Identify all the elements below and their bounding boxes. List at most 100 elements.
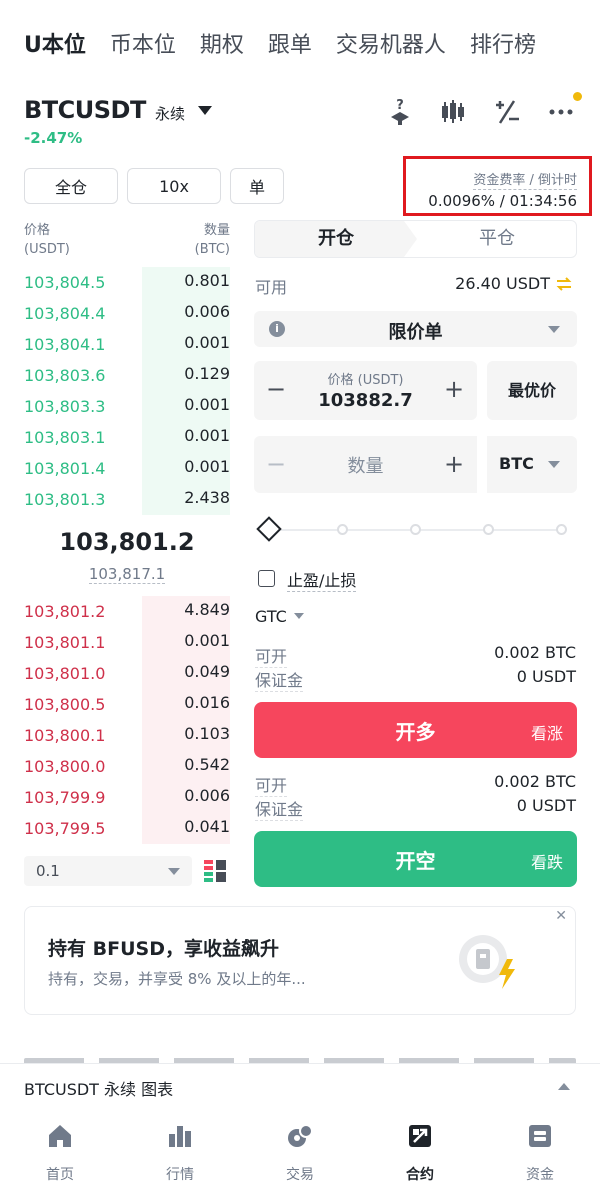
chart-drawer[interactable]: BTCUSDT 永续 图表	[0, 1063, 600, 1109]
symbol-dropdown-icon[interactable]	[198, 106, 212, 115]
open-short-button[interactable]: 开空 看跌	[254, 831, 577, 887]
qty-unit-select[interactable]: BTC	[499, 454, 534, 473]
promo-banner[interactable]: 持有 BFUSD，享收益飙升 持有，交易，并享受 8% 及以上的年... ✕	[24, 906, 576, 1015]
bid-qty: 4.849	[184, 600, 230, 619]
price-increment-button[interactable]: +	[444, 375, 464, 403]
ask-row[interactable]: 103,801.4 0.001	[24, 453, 230, 484]
chevron-down-icon	[548, 326, 560, 333]
faq-icon[interactable]: ?	[385, 97, 415, 127]
slider-step[interactable]	[556, 524, 567, 535]
book-layout-icon[interactable]	[204, 860, 226, 882]
ask-price: 103,803.6	[24, 366, 106, 385]
nav-wallet[interactable]: 资金	[500, 1122, 580, 1184]
available-label: 可用	[255, 278, 288, 297]
bid-price: 103,799.5	[24, 819, 106, 838]
leverage-button[interactable]: 10x	[127, 168, 221, 204]
bid-row[interactable]: 103,799.9 0.006	[24, 782, 230, 813]
ask-price: 103,803.1	[24, 428, 106, 447]
ask-qty: 0.801	[184, 271, 230, 290]
bid-qty: 0.006	[184, 786, 230, 805]
long-max-open-value: 0.002 BTC	[494, 643, 576, 662]
ask-row[interactable]: 103,801.3 2.438	[24, 484, 230, 515]
funding-rate-value: 0.0096% / 01:34:56	[428, 192, 577, 210]
ask-price: 103,804.1	[24, 335, 106, 354]
calculator-icon[interactable]	[492, 97, 522, 127]
tab-usdt-m[interactable]: U本位	[24, 28, 86, 64]
ask-row[interactable]: 103,804.1 0.001	[24, 329, 230, 360]
tab-close-position[interactable]: 平仓	[417, 221, 576, 257]
slider-step[interactable]	[410, 524, 421, 535]
quantity-input[interactable]: − 数量 + BTC	[254, 436, 577, 493]
ask-row[interactable]: 103,803.1 0.001	[24, 422, 230, 453]
tab-copy-trading[interactable]: 跟单	[268, 28, 312, 64]
chevron-down-icon	[294, 613, 304, 619]
short-max-open-value: 0.002 BTC	[494, 772, 576, 791]
bid-price: 103,799.9	[24, 788, 106, 807]
funding-rate-box[interactable]: 资金费率 / 倒计时 0.0096% / 01:34:56	[403, 156, 592, 216]
tab-coin-m[interactable]: 币本位	[110, 28, 176, 64]
time-in-force-select[interactable]: GTC	[255, 607, 287, 626]
home-icon	[49, 1125, 71, 1147]
promo-title: 持有 BFUSD，享收益飙升	[48, 938, 279, 960]
bid-price: 103,801.1	[24, 633, 106, 652]
tab-options[interactable]: 期权	[200, 28, 244, 64]
ask-row[interactable]: 103,804.5 0.801	[24, 267, 230, 298]
chevron-down-icon	[548, 461, 560, 468]
bid-qty: 0.542	[184, 755, 230, 774]
qty-increment-button[interactable]: +	[444, 450, 464, 478]
symbol-name[interactable]: BTCUSDT	[24, 96, 146, 124]
nav-markets[interactable]: 行情	[140, 1122, 220, 1184]
candlestick-icon[interactable]	[438, 97, 468, 127]
bid-qty: 0.016	[184, 693, 230, 712]
tab-open-position[interactable]: 开仓	[255, 221, 417, 257]
mark-price[interactable]: 103,817.1	[24, 565, 230, 584]
tab-trading-bots[interactable]: 交易机器人	[336, 28, 446, 64]
nav-home[interactable]: 首页	[20, 1122, 100, 1184]
ask-row[interactable]: 103,803.6 0.129	[24, 360, 230, 391]
ask-row[interactable]: 103,804.4 0.006	[24, 298, 230, 329]
open-long-button[interactable]: 开多 看涨	[254, 702, 577, 758]
tpsl-label[interactable]: 止盈/止损	[287, 567, 357, 592]
position-mode-button[interactable]: 单	[230, 168, 284, 204]
ask-qty: 0.001	[184, 426, 230, 445]
bid-row[interactable]: 103,800.5 0.016	[24, 689, 230, 720]
nav-trade[interactable]: 交易	[260, 1122, 340, 1184]
price-input[interactable]: − 价格 (USDT) 103882.7 +	[254, 361, 477, 420]
order-type-select[interactable]: i 限价单	[254, 311, 577, 347]
best-price-button[interactable]: 最优价	[487, 361, 577, 420]
bid-row[interactable]: 103,799.5 0.041	[24, 813, 230, 844]
bid-qty: 0.041	[184, 817, 230, 836]
slider-step[interactable]	[337, 524, 348, 535]
tpsl-checkbox[interactable]	[258, 570, 275, 587]
slider-step[interactable]	[483, 524, 494, 535]
bid-row[interactable]: 103,800.1 0.103	[24, 720, 230, 751]
transfer-icon[interactable]	[556, 276, 572, 292]
short-margin-value: 0 USDT	[516, 796, 576, 815]
contract-type-tag[interactable]: 永续	[155, 103, 185, 124]
ask-qty: 2.438	[184, 488, 230, 507]
bid-row[interactable]: 103,801.2 4.849	[24, 596, 230, 627]
more-icon[interactable]	[546, 97, 576, 127]
slider-handle[interactable]	[256, 516, 282, 542]
bid-row[interactable]: 103,801.0 0.049	[24, 658, 230, 689]
bid-row[interactable]: 103,800.0 0.542	[24, 751, 230, 782]
wallet-icon	[529, 1125, 551, 1147]
bid-row[interactable]: 103,801.1 0.001	[24, 627, 230, 658]
tab-leaderboard[interactable]: 排行榜	[470, 28, 536, 64]
ask-row[interactable]: 103,803.3 0.001	[24, 391, 230, 422]
product-tabs: U本位 币本位 期权 跟单 交易机器人 排行榜	[24, 28, 536, 64]
margin-mode-button[interactable]: 全仓	[24, 168, 118, 204]
open-close-toggle: 开仓 平仓	[254, 220, 577, 258]
chevron-up-icon[interactable]	[558, 1083, 570, 1090]
bid-price: 103,800.0	[24, 757, 106, 776]
bid-price: 103,800.1	[24, 726, 106, 745]
short-max-open-label: 可开	[255, 772, 288, 797]
close-icon[interactable]: ✕	[555, 908, 567, 924]
tick-size-select[interactable]: 0.1	[24, 856, 192, 886]
ask-qty: 0.001	[184, 457, 230, 476]
nav-futures[interactable]: 合约	[380, 1122, 460, 1184]
ask-price: 103,804.4	[24, 304, 106, 323]
markets-icon	[169, 1126, 191, 1147]
ask-qty: 0.006	[184, 302, 230, 321]
chart-drawer-label: BTCUSDT 永续 图表	[24, 1080, 174, 1099]
